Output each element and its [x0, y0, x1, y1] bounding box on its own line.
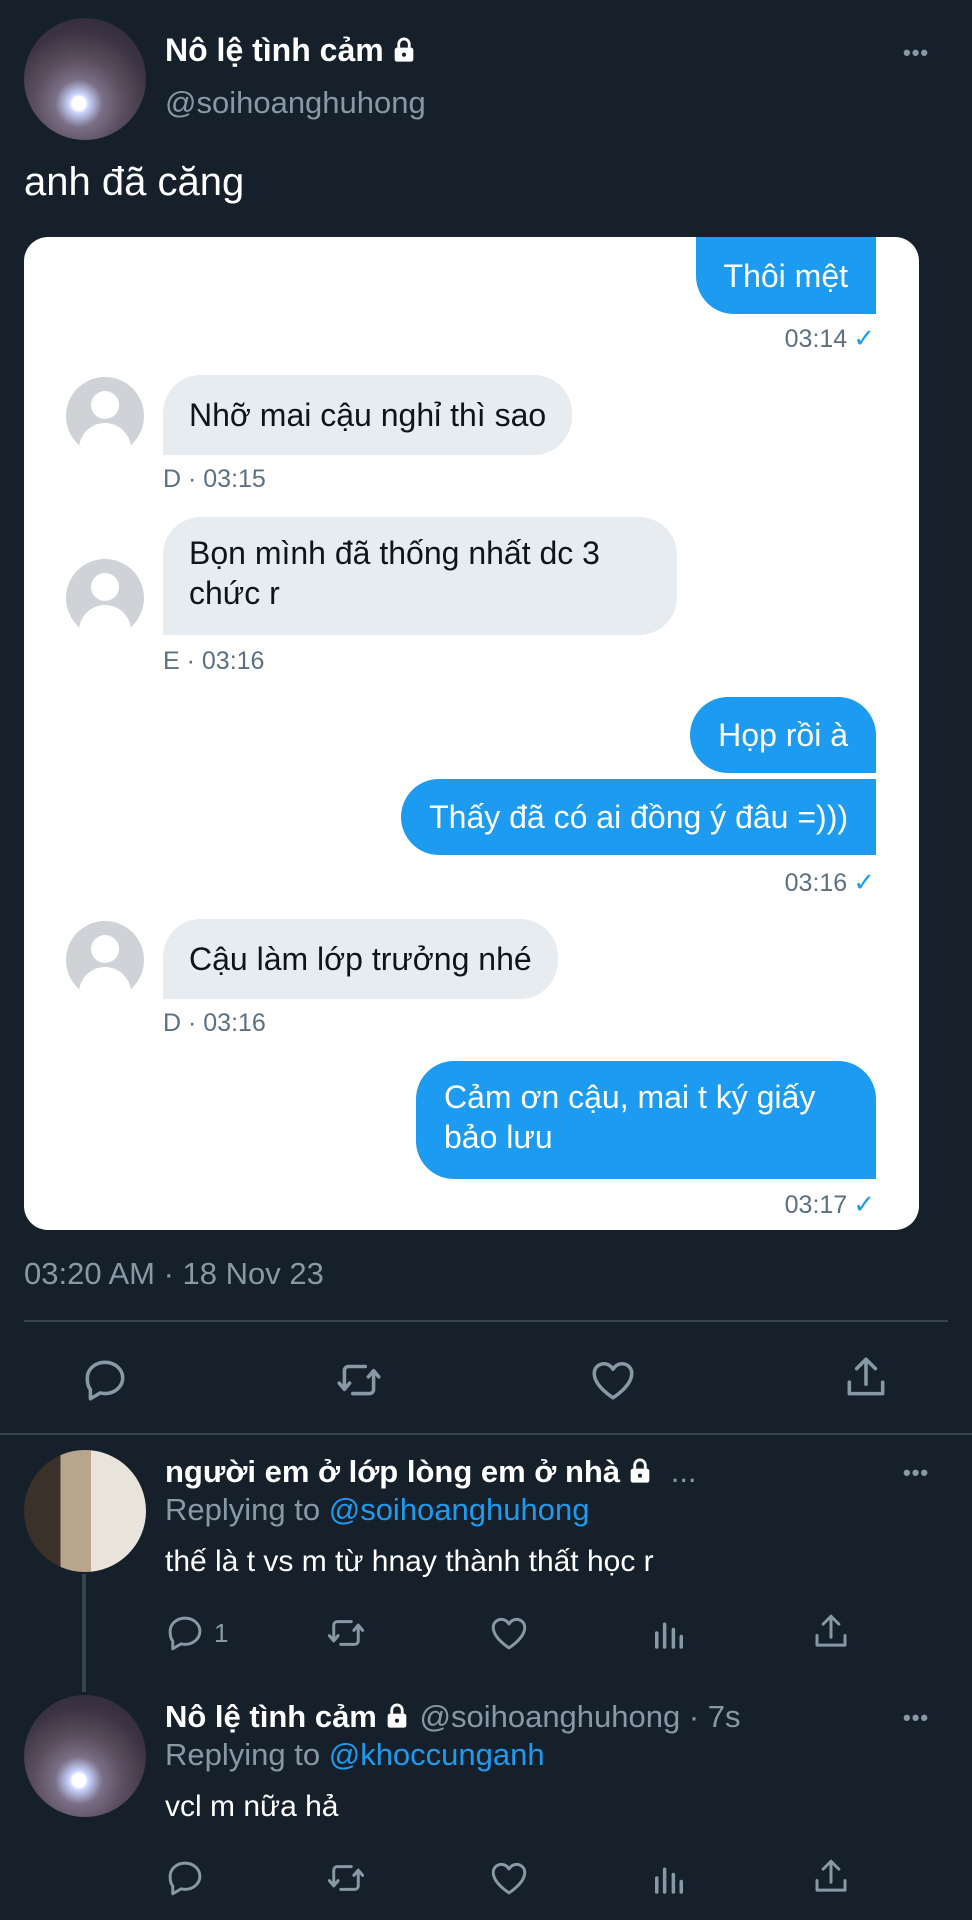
reply-button[interactable]: 1: [164, 1612, 228, 1654]
sent-check-icon: ✓: [853, 1189, 875, 1219]
reply-time: · 7s: [688, 1699, 741, 1734]
replying-to: Replying to @soihoanghuhong: [165, 1492, 589, 1528]
reply-author-name[interactable]: Nô lệ tình cảm: [165, 1699, 377, 1734]
tweet-timestamp[interactable]: 03:20 AM · 18 Nov 23: [24, 1256, 324, 1292]
incoming-message: Cậu làm lớp trưởng nhé: [163, 919, 558, 999]
name-ellipsis: ...: [670, 1454, 697, 1489]
replying-to-handle[interactable]: @soihoanghuhong: [329, 1492, 590, 1527]
outgoing-message: Họp rồi à: [690, 697, 876, 773]
author-avatar[interactable]: [24, 18, 146, 140]
message-meta: D · 03:15: [163, 465, 266, 493]
reply-icon: [168, 1616, 202, 1651]
share-button[interactable]: [810, 1611, 852, 1653]
reply-count: 1: [214, 1617, 229, 1648]
sent-check-icon: ✓: [853, 867, 875, 897]
message-time: 03:17: [784, 1191, 848, 1219]
more-options-icon[interactable]: •••: [903, 40, 929, 66]
reply-author-name-text: người em ở lớp lòng em ở nhà: [165, 1454, 621, 1489]
more-options-icon[interactable]: •••: [903, 1460, 929, 1486]
outgoing-message: Thôi mệt: [695, 237, 876, 314]
share-icon: [815, 1859, 847, 1892]
lock-icon: [630, 1458, 650, 1483]
message-time: 03:16: [784, 869, 848, 897]
sent-check-icon: ✓: [853, 323, 875, 353]
retweet-button[interactable]: [324, 1857, 368, 1899]
message-meta: 03:17 ✓: [785, 1189, 875, 1220]
outgoing-message: Cảm ơn cậu, mai t ký giấy bảo lưu: [416, 1061, 876, 1179]
outgoing-message: Thấy đã có ai đồng ý đâu =))): [401, 779, 876, 855]
contact-avatar: [66, 377, 144, 455]
like-button[interactable]: [588, 1355, 638, 1405]
heart-icon: [491, 1862, 527, 1895]
reply-author-name[interactable]: người em ở lớp lòng em ở nhà ...: [165, 1454, 697, 1490]
incoming-message: Nhỡ mai cậu nghỉ thì sao: [163, 375, 573, 455]
message-meta: D · 03:16: [163, 1009, 266, 1037]
lock-icon: [387, 1703, 407, 1728]
reply-text: thế là t vs m từ hnay thành thất học r: [165, 1545, 654, 1578]
message-meta: E · 03:16: [163, 647, 265, 675]
like-button[interactable]: [488, 1612, 530, 1654]
reply-author-avatar[interactable]: [24, 1695, 146, 1817]
message-time: 03:14: [784, 325, 848, 353]
replying-to: Replying to @khoccunganh: [165, 1737, 545, 1773]
reply-icon: [168, 1861, 202, 1896]
tweet-text: anh đã căng: [24, 160, 245, 204]
reply-button[interactable]: [80, 1355, 130, 1405]
retweet-icon: [337, 1364, 381, 1396]
like-button[interactable]: [488, 1857, 530, 1899]
heart-icon: [491, 1617, 527, 1650]
analytics-icon: [655, 1867, 683, 1894]
author-name[interactable]: Nô lệ tình cảm: [165, 32, 418, 69]
lock-icon: [394, 37, 414, 62]
reply-button[interactable]: [164, 1857, 206, 1899]
author-handle[interactable]: @soihoanghuhong: [165, 85, 426, 121]
reply-header: Nô lệ tình cảm @soihoanghuhong · 7s: [165, 1699, 741, 1735]
message-meta: 03:16 ✓: [785, 867, 875, 898]
replying-to-prefix: Replying to: [165, 1492, 321, 1527]
replying-to-handle[interactable]: @khoccunganh: [329, 1737, 545, 1772]
retweet-button[interactable]: [333, 1355, 385, 1405]
share-button[interactable]: [810, 1856, 852, 1898]
retweet-icon: [327, 1865, 365, 1891]
analytics-button[interactable]: [648, 1857, 690, 1899]
incoming-message: Bọn mình đã thống nhất dc 3 chức r: [163, 517, 677, 635]
reply-author-avatar[interactable]: [24, 1450, 146, 1572]
share-icon: [815, 1614, 847, 1647]
heart-icon: [592, 1361, 634, 1400]
replying-to-prefix: Replying to: [165, 1737, 321, 1772]
more-options-icon[interactable]: •••: [903, 1705, 929, 1731]
reply-author-handle[interactable]: @soihoanghuhong: [420, 1699, 681, 1734]
message-meta: 03:14 ✓: [785, 323, 875, 354]
share-button[interactable]: [841, 1353, 891, 1403]
divider: [24, 1320, 948, 1322]
thread-connector: [82, 1574, 86, 1692]
divider: [0, 1433, 972, 1435]
attached-image-chat[interactable]: Thôi mệt 03:14 ✓ Nhỡ mai cậu nghỉ thì sao…: [24, 237, 919, 1230]
analytics-icon: [655, 1622, 683, 1649]
reply-icon: [85, 1360, 125, 1401]
retweet-icon: [327, 1620, 365, 1646]
reply-text: vcl m nữa hả: [165, 1790, 339, 1823]
contact-avatar: [66, 559, 144, 637]
retweet-button[interactable]: [324, 1612, 368, 1654]
contact-avatar: [66, 921, 144, 999]
author-name-text: Nô lệ tình cảm: [165, 32, 384, 68]
share-icon: [847, 1357, 885, 1396]
analytics-button[interactable]: [648, 1612, 690, 1654]
